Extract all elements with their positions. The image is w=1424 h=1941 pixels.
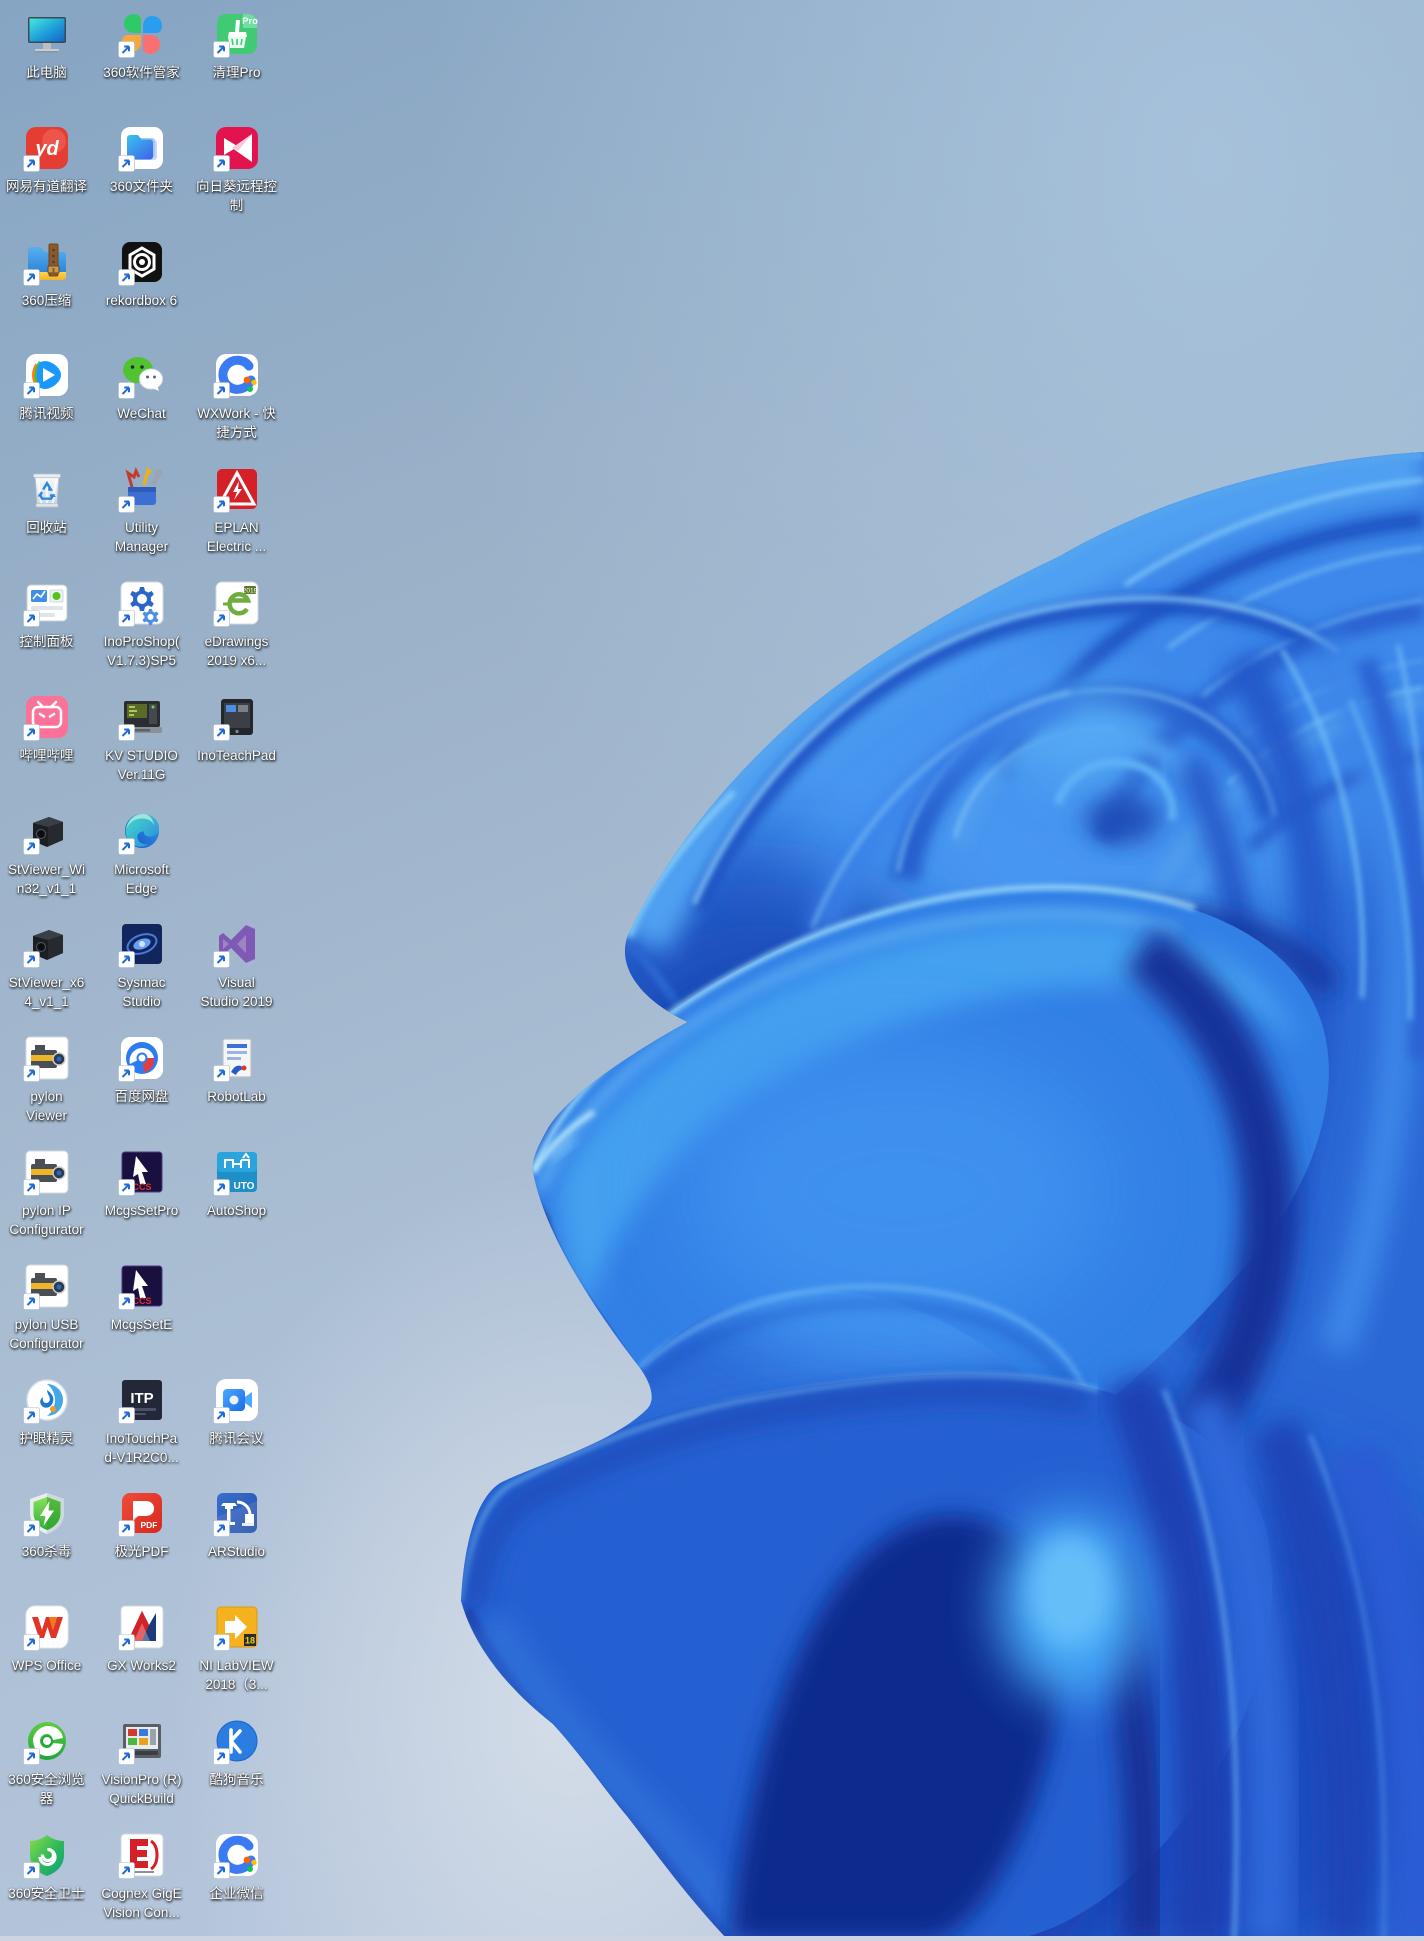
svg-text:Pro: Pro [242,16,258,27]
svg-text:18: 18 [244,1636,254,1646]
svg-text:2019: 2019 [242,588,257,595]
svg-text:CCS: CCS [132,1182,151,1192]
svg-text:ITP: ITP [130,1390,153,1407]
svg-text:PDF: PDF [140,1520,157,1530]
svg-text:CCS: CCS [132,1296,151,1306]
svg-text:UTO: UTO [233,1181,254,1192]
